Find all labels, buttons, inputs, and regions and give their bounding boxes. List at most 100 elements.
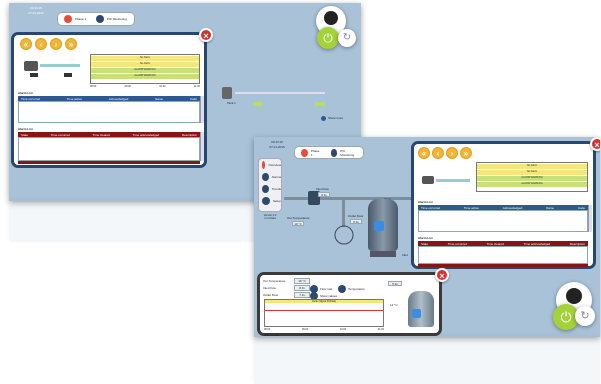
row-label: Inlet Flow	[263, 285, 276, 290]
power-button[interactable]: ⏻	[317, 27, 339, 49]
band-alarm-warning: ALARM WARNING	[477, 176, 587, 181]
x-tick: 08:00	[264, 328, 271, 331]
history-scrollbar[interactable]	[200, 132, 204, 161]
alarm-band-chart: No Alarm No Alarm ALARM WARNING ALARM WA…	[476, 162, 588, 192]
band-no-alarm: No Alarm	[477, 170, 587, 175]
out-temp-value: 19 °C	[292, 221, 304, 226]
first-arrow-icon[interactable]: «	[20, 38, 32, 50]
info-icon[interactable]	[321, 116, 326, 121]
prev-arrow-icon[interactable]: ‹	[35, 38, 47, 50]
pill-label: PIC Monitoring	[107, 17, 127, 21]
radio-icon	[338, 285, 346, 293]
valve-icon[interactable]	[334, 225, 354, 245]
status-pill-monitoring[interactable]: PIC Monitoring	[330, 148, 357, 157]
status-dot-icon	[330, 148, 338, 157]
menu-label: Overview	[268, 163, 281, 167]
status-pill-phase[interactable]: Phase 1	[301, 148, 321, 157]
close-icon[interactable]: ×	[435, 268, 449, 282]
side-menu: Overview Alarms Trends Setup	[258, 158, 282, 212]
close-icon[interactable]: ×	[199, 28, 213, 42]
col-header[interactable]: Time occurred	[448, 242, 467, 246]
first-arrow-icon[interactable]: «	[418, 147, 430, 159]
active-alarms-title: Alarm List	[18, 91, 33, 95]
row-out-temp: Out Temperature 19 °C	[263, 277, 323, 284]
toggle-label: Flow rate	[320, 287, 333, 291]
active-scrollbar[interactable]	[588, 205, 592, 232]
row-value: 7 l/s	[294, 291, 310, 298]
refresh-button[interactable]: ↻	[575, 306, 595, 326]
history-alarms-body	[18, 137, 200, 161]
alarm-panel: « ‹ › » No Alarm No Alarm ALARM WARNING …	[11, 32, 207, 168]
col-header[interactable]: Time active	[67, 97, 82, 101]
col-header[interactable]: State	[421, 242, 428, 246]
status-pill-phase[interactable]: Phase 1	[64, 15, 86, 23]
menu-label: Setup	[273, 199, 281, 203]
inlet-label: Inlet	[402, 253, 408, 257]
col-header[interactable]: Code	[578, 206, 585, 210]
close-icon[interactable]: ×	[590, 137, 600, 151]
chart-title: Outlet Signal (Filtrate)	[265, 300, 383, 303]
tank-value: 12 °C	[390, 303, 398, 307]
alarm-band-chart: No Alarm No Alarm ALARM WARNING ALARM WA…	[90, 54, 200, 84]
refresh-button[interactable]: ↻	[338, 29, 356, 47]
footer-label: Alarm List	[264, 333, 279, 337]
sensor-slider[interactable]	[436, 179, 470, 182]
x-tick: 11:00	[193, 85, 200, 88]
pipe-inlet	[284, 197, 374, 200]
toggle-label: Temperature	[348, 287, 365, 291]
next-arrow-icon[interactable]: ›	[50, 38, 62, 50]
col-header[interactable]: Time occurred	[21, 97, 40, 101]
status-bar: Phase 1 PIC Monitoring	[57, 12, 135, 26]
x-tick: 10:00	[159, 85, 166, 88]
history-alarms-title: Alarm List	[418, 236, 433, 240]
inlet-flow-value: 8 l/s	[318, 192, 330, 197]
menu-item-setup[interactable]: Setup	[259, 195, 281, 207]
menu-item-overview[interactable]: Overview	[259, 159, 281, 171]
menu-item-trends[interactable]: Trends	[259, 183, 281, 195]
col-header[interactable]: Acknowledged	[109, 97, 129, 101]
col-header[interactable]: Time acknowledged	[524, 242, 551, 246]
col-header[interactable]: Description	[570, 242, 585, 246]
stop-button[interactable]	[315, 102, 325, 106]
col-header[interactable]: Name	[546, 206, 554, 210]
col-header[interactable]: Time cleared	[487, 242, 504, 246]
date-text: 07-01-2015	[28, 11, 44, 15]
history-alarms-title: Alarm List	[18, 127, 33, 131]
prev-arrow-icon[interactable]: ‹	[432, 147, 444, 159]
col-header[interactable]: Description	[182, 133, 197, 137]
row-value: 19 °C	[294, 277, 310, 284]
col-header[interactable]: Time occurred	[51, 133, 70, 137]
band-no-alarm: No Alarm	[91, 56, 199, 61]
x-axis: 08:00 09:00 10:00 11:00	[90, 85, 200, 88]
col-header[interactable]: Acknowledged	[503, 206, 523, 210]
show-more-link[interactable]: Show more	[328, 116, 343, 120]
col-header[interactable]: Name	[155, 97, 163, 101]
col-header[interactable]: State	[21, 133, 28, 137]
x-tick: 09:00	[301, 328, 309, 331]
next-arrow-icon[interactable]: ›	[446, 147, 458, 159]
row-value: 8 l/s	[294, 284, 310, 291]
outlet-flow-value: 8 l/s	[350, 219, 362, 224]
col-header[interactable]: Time active	[464, 206, 479, 210]
status-dot-icon	[64, 15, 72, 23]
datetime: 09:43:15 07-01-2015	[260, 140, 294, 150]
col-header[interactable]: Code	[190, 97, 197, 101]
menu-item-alarms[interactable]: Alarms	[259, 171, 281, 183]
trend-icon	[262, 185, 269, 193]
inlet-flow-label: Inlet Flow	[316, 187, 329, 191]
status-dot-icon	[96, 15, 105, 23]
col-header[interactable]: Time occurred	[421, 206, 440, 210]
col-header[interactable]: Time cleared	[93, 133, 110, 137]
last-arrow-icon[interactable]: »	[460, 147, 472, 159]
row-label: Outlet Flow	[263, 292, 279, 297]
toggle-temperature[interactable]: Temperature	[338, 285, 365, 293]
status-pill-monitoring[interactable]: PIC Monitoring	[96, 15, 127, 23]
menu-label: Trends	[271, 187, 281, 191]
col-header[interactable]: Time acknowledged	[133, 133, 160, 137]
datetime: 09:43:15 07-01-2015	[19, 6, 53, 16]
start-button[interactable]	[253, 102, 263, 106]
screen-2-reflection	[254, 338, 600, 384]
last-arrow-icon[interactable]: »	[65, 38, 77, 50]
sensor-slider[interactable]	[40, 64, 80, 67]
active-scrollbar[interactable]	[200, 96, 204, 123]
